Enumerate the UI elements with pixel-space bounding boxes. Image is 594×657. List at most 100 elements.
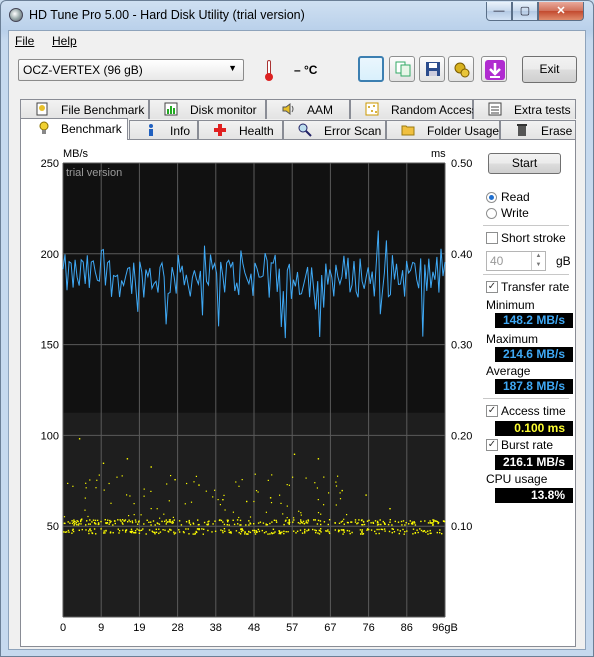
cpu-usage-label: CPU usage [486, 472, 548, 486]
access-time-point [119, 519, 121, 521]
access-time-point [95, 487, 97, 489]
spin-down-icon[interactable]: ▼ [531, 261, 545, 270]
transfer-rate-checkbox[interactable]: ✓ [486, 281, 498, 293]
access-time-point [84, 509, 86, 511]
access-time-point [103, 530, 105, 532]
access-time-outlier [174, 479, 176, 481]
access-time-point [414, 522, 416, 524]
x-tick-label: 38 [210, 622, 222, 634]
access-time-point [304, 532, 306, 534]
access-time-point [376, 522, 379, 524]
access-time-point [366, 529, 368, 531]
tab-error-scan[interactable]: Error Scan [283, 120, 386, 140]
short-stroke-input[interactable]: 40 ▲ ▼ [486, 251, 546, 271]
select-drive-button[interactable] [358, 56, 384, 82]
access-time-point [122, 529, 124, 531]
access-time-point [327, 523, 329, 526]
thermometer-bulb [265, 73, 273, 81]
access-time-point [85, 529, 87, 531]
access-time-point [64, 531, 67, 533]
access-time-point [109, 521, 111, 524]
access-time-point [339, 492, 341, 494]
magnifier-icon [298, 123, 312, 137]
access-time-point [401, 524, 403, 526]
access-time-point [223, 523, 226, 526]
access-time-point [170, 475, 172, 477]
access-time-point [265, 511, 267, 513]
write-radio[interactable] [486, 208, 497, 219]
access-time-point [227, 521, 229, 523]
access-time-point [283, 523, 285, 526]
access-time-point [89, 479, 91, 481]
access-time-point [129, 495, 131, 497]
access-time-point [109, 532, 112, 534]
access-time-point [323, 476, 325, 478]
access-time-point [335, 504, 337, 506]
access-time-point [121, 519, 124, 521]
access-time-checkbox[interactable]: ✓ [486, 405, 498, 417]
access-time-point [241, 529, 244, 531]
read-radio[interactable] [486, 192, 497, 203]
access-time-point [224, 509, 226, 511]
access-time-point [112, 532, 114, 534]
access-time-point [104, 532, 106, 534]
temperature-button[interactable] [256, 56, 282, 82]
x-tick-label: 67 [324, 622, 336, 634]
access-time-point [263, 532, 266, 534]
access-time-point [349, 532, 351, 535]
tab-erase[interactable]: Erase [500, 120, 576, 140]
access-time-point [66, 531, 68, 533]
access-time-point [441, 533, 443, 535]
access-time-outlier [246, 500, 248, 503]
title-bar[interactable]: HD Tune Pro 5.00 - Hard Disk Utility (tr… [1, 1, 593, 29]
tab-folder-usage[interactable]: Folder Usage [386, 120, 500, 140]
access-time-point [350, 521, 352, 523]
access-time-point [72, 530, 75, 533]
burst-rate-checkbox[interactable]: ✓ [486, 439, 498, 451]
menu-help[interactable]: Help [52, 34, 77, 48]
access-time-point [323, 504, 325, 506]
access-time-point [287, 522, 289, 524]
menu-file[interactable]: File [15, 34, 34, 48]
access-time-point [316, 487, 318, 489]
access-time-point [174, 532, 177, 534]
access-time-point [240, 530, 243, 533]
tab-extra-tests[interactable]: Extra tests [473, 99, 576, 119]
start-button[interactable]: Start [488, 153, 561, 174]
access-time-point [186, 482, 188, 485]
access-time-point [374, 520, 377, 522]
tab-random-access[interactable]: Random Access [350, 99, 478, 119]
access-time-point [399, 530, 401, 532]
close-button[interactable]: ✕ [538, 2, 584, 21]
access-time-point [246, 533, 248, 535]
access-time-point [193, 481, 195, 483]
access-time-point [368, 519, 370, 522]
access-time-point [98, 474, 100, 476]
maximize-button[interactable]: ▢ [512, 2, 538, 21]
tab-info[interactable]: Info [129, 120, 198, 140]
menu-file-label: File [15, 34, 35, 48]
save-button[interactable] [419, 56, 445, 82]
tab-benchmark[interactable]: Benchmark [20, 118, 128, 140]
tab-file-benchmark[interactable]: File Benchmark [20, 99, 149, 119]
access-time-point [143, 523, 145, 525]
access-time-point [346, 514, 348, 516]
tab-disk-monitor[interactable]: Disk monitor [149, 99, 266, 119]
access-time-point [340, 521, 342, 523]
access-time-point [71, 520, 73, 522]
download-button[interactable] [481, 56, 507, 82]
copy-button[interactable] [389, 56, 415, 82]
tab-aam[interactable]: AAM [266, 99, 350, 119]
access-time-point [240, 528, 242, 531]
minimize-button[interactable]: — [486, 2, 512, 21]
options-button[interactable] [448, 56, 474, 82]
access-time-point [376, 524, 379, 526]
access-time-point [372, 521, 374, 524]
short-stroke-checkbox[interactable] [486, 232, 498, 244]
access-time-point [341, 520, 344, 522]
spin-up-icon[interactable]: ▲ [531, 252, 545, 261]
drive-select[interactable]: OCZ-VERTEX (96 gB) ▼ [18, 59, 244, 81]
exit-button[interactable]: Exit [522, 56, 577, 83]
access-time-point [75, 522, 78, 524]
tab-health[interactable]: Health [198, 120, 283, 140]
